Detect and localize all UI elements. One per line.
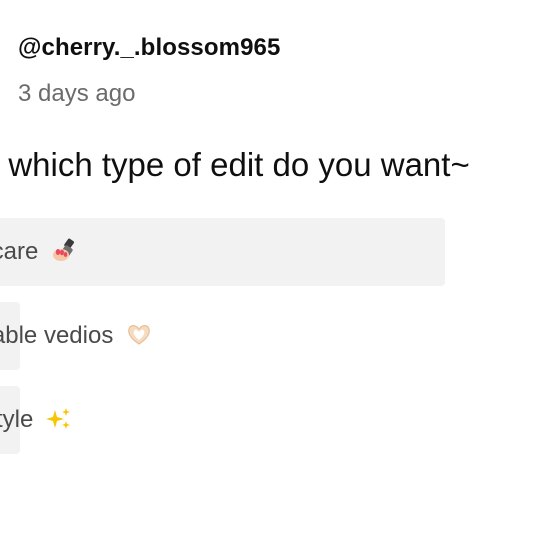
poll-option-1[interactable]: care [0, 218, 445, 286]
question-text: which type of edit do you want~ [8, 146, 470, 183]
option-text-2: able vedios [0, 322, 114, 349]
poll-option-3[interactable]: style [0, 386, 70, 454]
post-timestamp: 3 days ago [18, 80, 136, 107]
poll-option-label-1: care [0, 218, 77, 286]
poll-option-2[interactable]: able vedios [0, 302, 150, 370]
poll-question: : which type of edit do you want~ [0, 146, 470, 184]
poll-option-label-2: able vedios [0, 302, 152, 370]
sparkles-icon [46, 408, 70, 429]
author-handle[interactable]: @cherry._.blossom965 [18, 34, 280, 62]
heart-hands-icon [128, 325, 150, 345]
nail-polish-icon [53, 238, 74, 261]
poll-option-label-3: style [0, 386, 72, 454]
community-poll-post: @cherry._.blossom965 3 days ago : which … [0, 0, 560, 560]
option-text-1: care [0, 238, 39, 265]
option-text-3: style [0, 406, 34, 433]
